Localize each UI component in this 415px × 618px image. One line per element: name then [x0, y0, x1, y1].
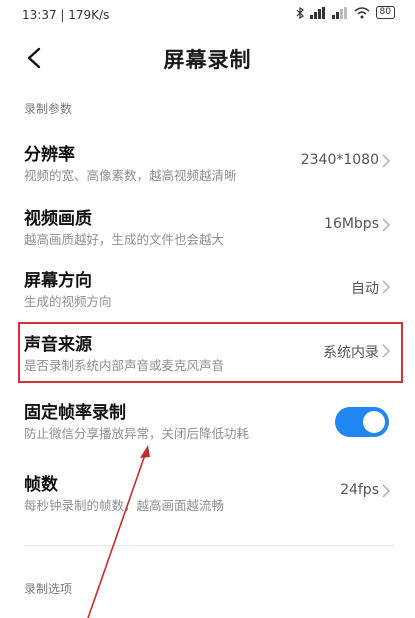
setting-title: 固定帧率录制 — [24, 403, 126, 423]
setting-video-quality[interactable]: 视频画质 越高画质越好，生成的文件也会越大 16Mbps — [0, 204, 415, 260]
chevron-right-icon — [382, 484, 391, 498]
setting-value: 16Mbps — [324, 216, 379, 232]
status-icons: 80 — [296, 6, 395, 19]
battery-icon: 80 — [375, 6, 395, 19]
bluetooth-icon — [296, 6, 304, 19]
setting-desc: 每秒钟录制的帧数，越高画面越流畅 — [24, 498, 225, 513]
setting-resolution[interactable]: 分辨率 视频的宽、高像素数，越高视频越清晰 2340*1080 — [0, 140, 415, 196]
fixed-frame-rate-toggle[interactable] — [335, 407, 389, 437]
setting-desc: 越高画质越好，生成的文件也会越大 — [24, 232, 225, 247]
setting-desc: 防止微信分享播放异常，关闭后降低功耗 — [24, 426, 250, 441]
status-time-speed: 13:37 | 179K/s — [22, 8, 110, 22]
setting-value: 自动 — [351, 281, 379, 297]
header: 屏幕录制 — [0, 34, 415, 84]
setting-screen-orientation[interactable]: 屏幕方向 生成的视频方向 自动 — [0, 266, 415, 322]
annotation-highlight-box — [18, 322, 403, 383]
status-bar: 13:37 | 179K/s 80 — [0, 0, 415, 30]
setting-value: 24fps — [340, 482, 379, 498]
divider — [24, 545, 394, 546]
section-header-recording-params: 录制参数 — [24, 102, 73, 116]
setting-title: 屏幕方向 — [24, 271, 92, 291]
setting-desc: 视频的宽、高像素数，越高视频越清晰 — [24, 168, 237, 183]
section-header-recording-options: 录制选项 — [24, 582, 73, 596]
signal-2-icon — [331, 6, 347, 19]
chevron-right-icon — [382, 154, 391, 168]
page-title: 屏幕录制 — [163, 48, 252, 72]
chevron-right-icon — [382, 280, 391, 294]
setting-desc: 生成的视频方向 — [24, 294, 112, 309]
setting-frame-rate[interactable]: 帧数 每秒钟录制的帧数，越高画面越流畅 24fps — [0, 470, 415, 526]
setting-title: 分辨率 — [24, 145, 75, 165]
setting-value: 2340*1080 — [300, 152, 379, 168]
setting-fixed-frame-rate[interactable]: 固定帧率录制 防止微信分享播放异常，关闭后降低功耗 — [0, 398, 415, 454]
setting-title: 视频画质 — [24, 209, 92, 229]
toggle-knob — [363, 411, 385, 433]
setting-title: 帧数 — [24, 475, 58, 495]
chevron-right-icon — [382, 218, 391, 232]
wifi-icon — [354, 6, 370, 18]
signal-icon — [309, 6, 325, 19]
